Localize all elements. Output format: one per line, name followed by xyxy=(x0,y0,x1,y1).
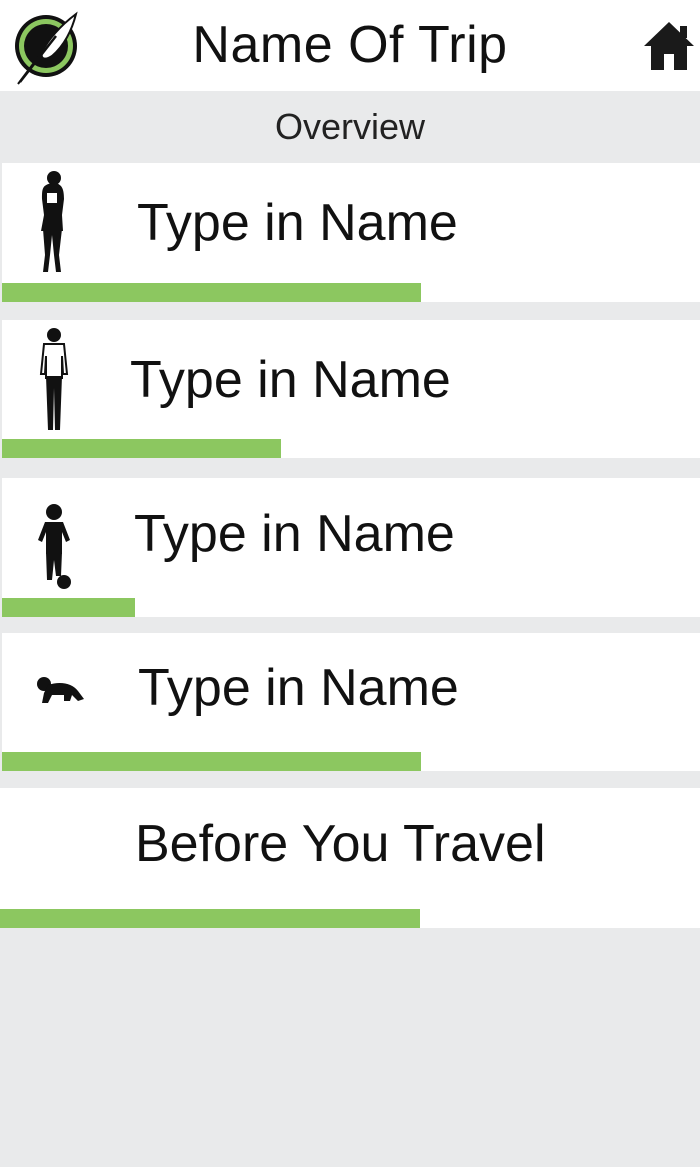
child-silhouette-icon xyxy=(38,504,71,589)
baby-silhouette-icon xyxy=(37,677,84,703)
man-silhouette-icon xyxy=(39,328,69,430)
home-icon[interactable] xyxy=(642,20,696,72)
progress-bar xyxy=(2,598,700,617)
progress-bar xyxy=(2,439,700,458)
progress-bar xyxy=(2,752,700,771)
progress-bar xyxy=(2,283,700,302)
app-header: Name Of Trip xyxy=(0,0,700,91)
traveler-name: Type in Name xyxy=(134,505,455,563)
page-title: Name Of Trip xyxy=(192,16,508,74)
traveler-row[interactable]: Type in Name xyxy=(2,633,700,752)
progress-fill xyxy=(2,752,421,771)
traveler-row[interactable]: Type in Name xyxy=(2,478,700,598)
progress-bar xyxy=(0,909,700,928)
traveler-name: Type in Name xyxy=(138,659,459,717)
progress-fill xyxy=(2,598,135,617)
progress-fill xyxy=(2,283,421,302)
section-title: Overview xyxy=(274,106,426,147)
traveler-name: Type in Name xyxy=(137,194,458,252)
traveler-name: Type in Name xyxy=(130,351,451,409)
traveler-row[interactable]: Type in Name xyxy=(2,163,700,283)
section-header: Overview xyxy=(0,91,700,163)
traveler-row[interactable]: Type in Name xyxy=(2,320,700,439)
woman-silhouette-icon xyxy=(41,171,64,272)
progress-fill xyxy=(2,439,282,458)
progress-fill xyxy=(0,909,420,928)
before-you-travel-row[interactable]: Before You Travel xyxy=(0,788,700,909)
before-you-travel-label: Before You Travel xyxy=(135,815,546,873)
